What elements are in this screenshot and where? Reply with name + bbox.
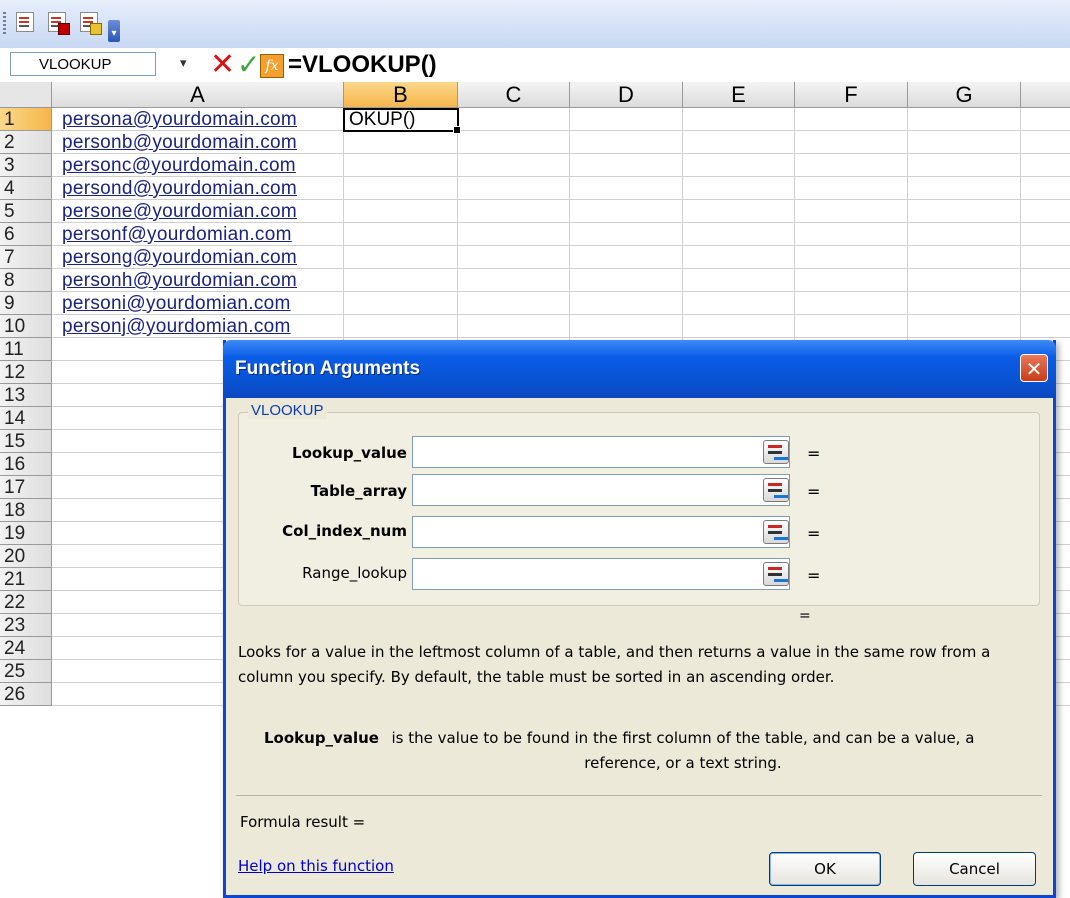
select-all-corner[interactable] — [0, 82, 52, 108]
column-header-a[interactable]: A — [52, 82, 344, 108]
argument-help: Lookup_value is the value to be found in … — [264, 726, 1034, 776]
row-header[interactable]: 20 — [0, 545, 52, 568]
function-result-equals: = — [799, 608, 811, 624]
cell-a8-link[interactable]: personh@yourdomian.com — [62, 269, 297, 292]
row-header[interactable]: 24 — [0, 637, 52, 660]
help-on-function-link[interactable]: Help on this function — [238, 857, 394, 875]
range-lookup-input[interactable] — [412, 558, 790, 590]
name-box-dropdown-icon[interactable]: ▾ — [180, 56, 187, 71]
cell-a3-link[interactable]: personc@yourdomain.com — [62, 154, 296, 177]
column-header-g[interactable]: G — [908, 82, 1021, 108]
cancel-button[interactable]: Cancel — [913, 852, 1036, 886]
range-lookup-equals: = — [807, 566, 821, 585]
row-header[interactable]: 14 — [0, 407, 52, 430]
function-name: VLOOKUP — [248, 402, 327, 419]
col-index-num-equals: = — [807, 524, 821, 543]
row-header[interactable]: 4 — [0, 177, 52, 200]
row-header[interactable]: 11 — [0, 338, 52, 361]
trace-dependents-icon[interactable] — [44, 9, 72, 37]
column-header-d[interactable]: D — [570, 82, 683, 108]
formula-input[interactable]: =VLOOKUP() — [288, 48, 437, 82]
column-header-h[interactable] — [1021, 82, 1070, 108]
table-array-label: Table_array — [310, 482, 407, 500]
enter-check-icon[interactable]: ✓ — [237, 48, 260, 82]
row-header[interactable]: 25 — [0, 660, 52, 683]
row-header[interactable]: 15 — [0, 430, 52, 453]
lookup-value-collapse-icon[interactable] — [763, 440, 789, 464]
table-array-hint: number — [824, 483, 883, 501]
cell-a4-link[interactable]: persond@yourdomian.com — [62, 177, 297, 200]
lookup-value-label: Lookup_value — [292, 444, 407, 462]
column-header-b[interactable]: B — [344, 82, 458, 108]
dialog-title: Function Arguments — [235, 358, 421, 379]
col-index-num-input[interactable] — [412, 516, 790, 548]
function-arguments-dialog: Function Arguments ✕ VLOOKUP Lookup_valu… — [223, 340, 1056, 898]
table-array-equals: = — [807, 482, 821, 501]
row-header[interactable]: 17 — [0, 476, 52, 499]
active-cell-text: OKUP() — [349, 109, 416, 130]
close-icon[interactable]: ✕ — [1020, 354, 1048, 382]
row-header[interactable]: 23 — [0, 614, 52, 637]
row-header[interactable]: 10 — [0, 315, 52, 338]
cell-a9-link[interactable]: personi@yourdomian.com — [62, 292, 291, 315]
range-lookup-collapse-icon[interactable] — [763, 562, 789, 586]
cell-a1-link[interactable]: persona@yourdomain.com — [62, 108, 297, 131]
lookup-value-hint: any — [824, 445, 852, 463]
cell-a10-link[interactable]: personj@yourdomian.com — [62, 315, 291, 338]
column-header-c[interactable]: C — [458, 82, 570, 108]
table-array-collapse-icon[interactable] — [763, 478, 789, 502]
range-lookup-hint: logical — [824, 567, 873, 585]
active-cell-b1[interactable]: OKUP() — [343, 108, 461, 134]
row-header[interactable]: 8 — [0, 269, 52, 292]
row-header[interactable]: 16 — [0, 453, 52, 476]
row-header[interactable]: 13 — [0, 384, 52, 407]
row-header[interactable]: 18 — [0, 499, 52, 522]
cell-a6-link[interactable]: personf@yourdomian.com — [62, 223, 292, 246]
row-header[interactable]: 22 — [0, 591, 52, 614]
range-lookup-label: Range_lookup — [302, 564, 407, 582]
row-header[interactable]: 26 — [0, 683, 52, 706]
row-header[interactable]: 9 — [0, 292, 52, 315]
row-header[interactable]: 7 — [0, 246, 52, 269]
col-index-num-label: Col_index_num — [282, 522, 407, 540]
lookup-value-equals: = — [807, 444, 821, 463]
formula-result-label: Formula result = — [240, 813, 366, 831]
cancel-entry-icon[interactable]: ✕ — [210, 48, 235, 82]
toolbar: ▾ — [0, 0, 1070, 48]
ok-button[interactable]: OK — [769, 852, 881, 886]
trace-error-icon[interactable] — [76, 9, 104, 37]
name-box[interactable]: VLOOKUP — [10, 52, 156, 76]
argument-help-text: is the value to be found in the first co… — [391, 729, 975, 772]
column-header-f[interactable]: F — [795, 82, 908, 108]
row-header[interactable]: 12 — [0, 361, 52, 384]
cell-a5-link[interactable]: persone@yourdomian.com — [62, 200, 297, 223]
row-header[interactable]: 2 — [0, 131, 52, 154]
toolbar-grip[interactable] — [3, 12, 6, 36]
trace-precedents-icon[interactable] — [12, 9, 40, 37]
cell-a2-link[interactable]: personb@yourdomain.com — [62, 131, 297, 154]
dialog-title-bar[interactable]: Function Arguments ✕ — [223, 340, 1056, 398]
row-header[interactable]: 21 — [0, 568, 52, 591]
toolbar-options-icon[interactable]: ▾ — [108, 20, 120, 42]
row-header[interactable]: 6 — [0, 223, 52, 246]
col-index-num-collapse-icon[interactable] — [763, 520, 789, 544]
cell-a7-link[interactable]: persong@yourdomian.com — [62, 246, 297, 269]
table-array-input[interactable] — [412, 474, 790, 506]
fill-handle[interactable] — [453, 126, 461, 134]
argument-help-name: Lookup_value — [264, 729, 379, 747]
lookup-value-input[interactable] — [412, 436, 790, 468]
row-header[interactable]: 5 — [0, 200, 52, 223]
row-header[interactable]: 1 — [0, 108, 52, 131]
col-index-num-hint: number — [824, 525, 883, 543]
function-description: Looks for a value in the leftmost column… — [238, 643, 991, 686]
divider — [236, 795, 1042, 796]
row-header[interactable]: 3 — [0, 154, 52, 177]
insert-function-icon[interactable]: fx — [260, 54, 284, 78]
row-header[interactable]: 19 — [0, 522, 52, 545]
formula-bar — [0, 48, 1070, 83]
column-header-e[interactable]: E — [683, 82, 795, 108]
